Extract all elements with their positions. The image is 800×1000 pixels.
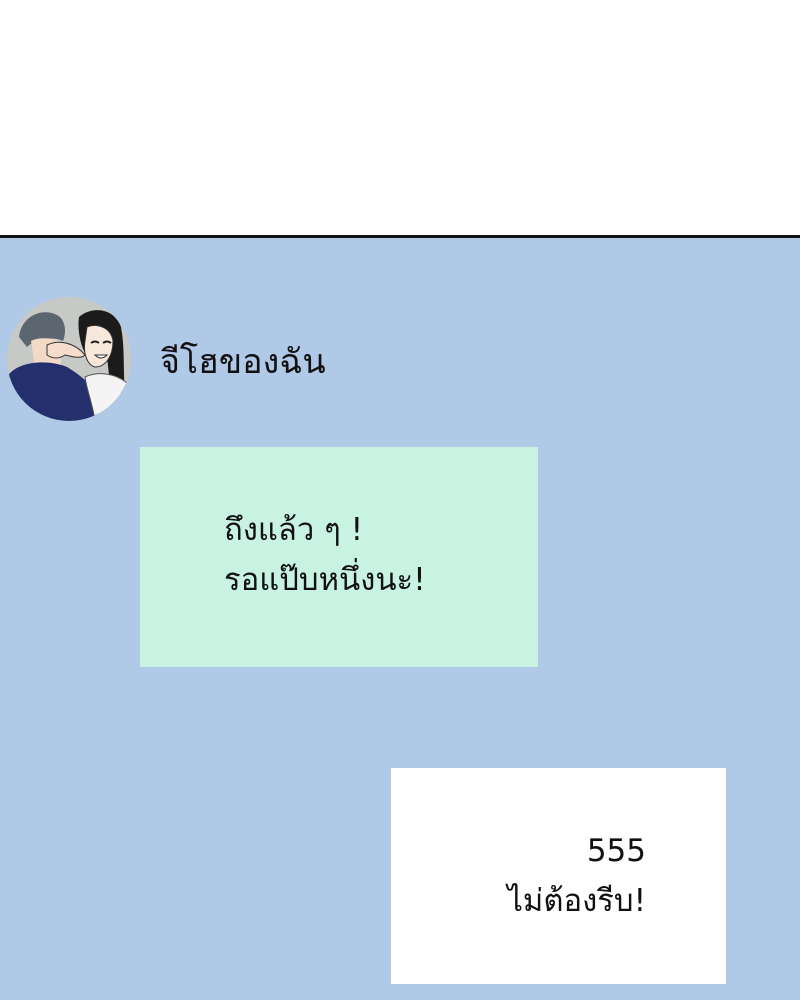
couple-portrait-avatar-icon (7, 297, 131, 421)
message-line: ไม่ต้องรีบ! (507, 883, 646, 919)
top-blank-area (0, 0, 800, 235)
contact-name: จีโฮของฉัน (160, 342, 326, 382)
chat-panel: จีโฮของฉัน ถึงแล้ว ๆ ! รอแป๊บหนึ่งนะ! 55… (0, 235, 800, 1000)
message-line: รอแป๊บหนึ่งนะ! (224, 562, 426, 598)
message-line: 555 (586, 833, 646, 869)
incoming-message-bubble[interactable]: ถึงแล้ว ๆ ! รอแป๊บหนึ่งนะ! (140, 447, 538, 667)
contact-avatar[interactable] (7, 297, 131, 421)
message-line: ถึงแล้ว ๆ ! (224, 512, 364, 548)
outgoing-message-bubble[interactable]: 555 ไม่ต้องรีบ! (391, 768, 726, 984)
